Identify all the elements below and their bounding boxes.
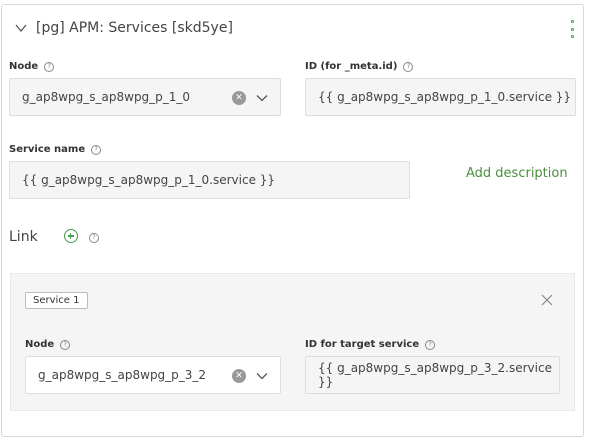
help-icon[interactable]: ? xyxy=(60,339,71,350)
target-node-label-text: Node xyxy=(25,339,55,350)
help-icon[interactable]: ? xyxy=(425,339,436,350)
add-description-link[interactable]: Add description xyxy=(466,166,568,181)
id-label-text: ID (for _meta.id) xyxy=(305,61,398,72)
card-header[interactable]: [pg] APM: Services [skd5ye] xyxy=(14,20,233,36)
target-node-select-value: g_ap8wpg_s_ap8wpg_p_3_2 xyxy=(38,368,207,382)
target-node-label: Node ? xyxy=(25,339,71,350)
chevron-down-icon[interactable] xyxy=(14,21,28,35)
help-icon[interactable]: ? xyxy=(91,144,102,155)
id-input-value: {{ g_ap8wpg_s_ap8wpg_p_1_0.service }} xyxy=(318,90,572,104)
target-id-input-value: {{ g_ap8wpg_s_ap8wpg_p_3_2.service }} xyxy=(318,361,552,389)
close-icon[interactable] xyxy=(541,294,553,306)
chevron-down-icon[interactable] xyxy=(256,92,268,104)
node-select-value: g_ap8wpg_s_ap8wpg_p_1_0 xyxy=(22,90,191,104)
node-label: Node ? xyxy=(9,61,55,72)
node-select[interactable]: g_ap8wpg_s_ap8wpg_p_1_0 ✕ xyxy=(9,78,281,116)
service-name-input-value: {{ g_ap8wpg_s_ap8wpg_p_1_0.service }} xyxy=(22,173,276,187)
clear-icon[interactable]: ✕ xyxy=(232,369,246,383)
link-label: Link xyxy=(9,229,38,245)
service-name-label: Service name ? xyxy=(9,144,102,155)
help-icon[interactable]: ? xyxy=(403,61,414,72)
help-icon[interactable]: ? xyxy=(89,233,99,243)
help-icon[interactable]: ? xyxy=(44,61,55,72)
service-name-input[interactable]: {{ g_ap8wpg_s_ap8wpg_p_1_0.service }} xyxy=(9,161,410,199)
id-label: ID (for _meta.id) ? xyxy=(305,61,414,72)
node-label-text: Node xyxy=(9,61,39,72)
clear-icon[interactable]: ✕ xyxy=(232,91,246,105)
target-id-label-text: ID for target service xyxy=(305,339,420,350)
card-title: [pg] APM: Services [skd5ye] xyxy=(36,20,233,36)
service-name-label-text: Service name xyxy=(9,144,86,155)
service-tag: Service 1 xyxy=(25,292,88,309)
target-id-input[interactable]: {{ g_ap8wpg_s_ap8wpg_p_3_2.service }} xyxy=(305,356,560,394)
target-node-select[interactable]: g_ap8wpg_s_ap8wpg_p_3_2 ✕ xyxy=(25,356,281,394)
id-input[interactable]: {{ g_ap8wpg_s_ap8wpg_p_1_0.service }} xyxy=(305,78,576,116)
target-id-label: ID for target service ? xyxy=(305,339,436,350)
chevron-down-icon[interactable] xyxy=(256,370,268,382)
add-link-icon[interactable] xyxy=(64,229,78,243)
more-options-icon[interactable] xyxy=(567,20,577,38)
